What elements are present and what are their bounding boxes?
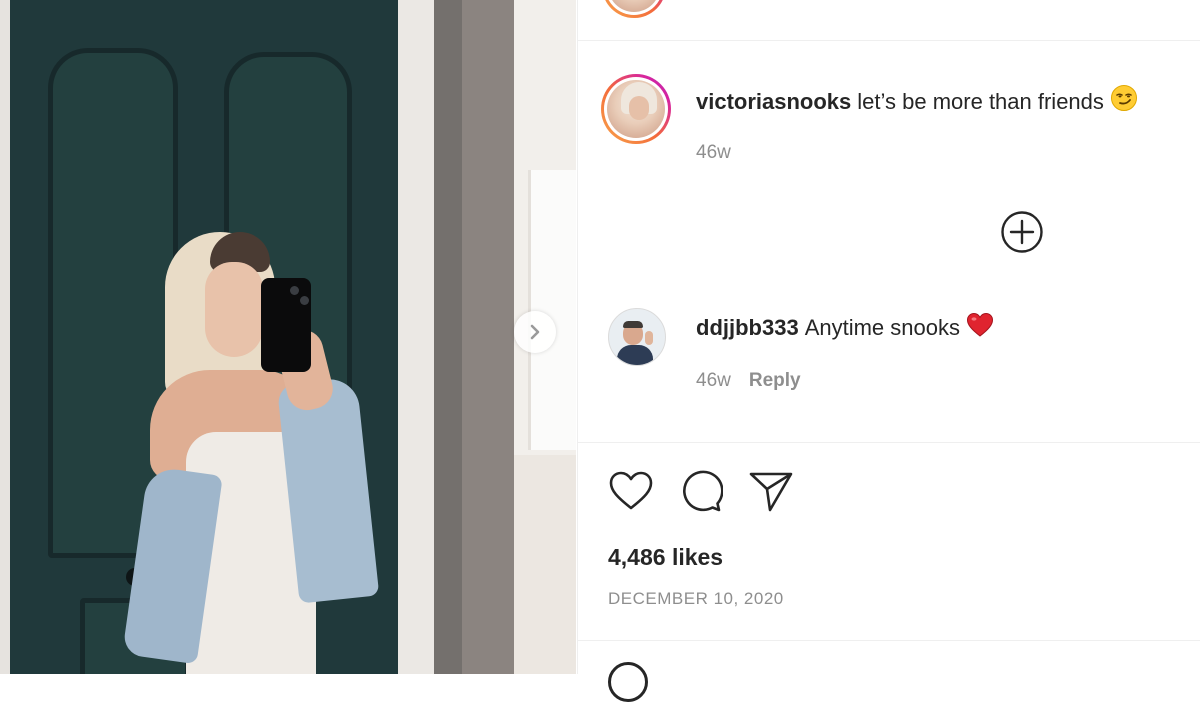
comment-box-divider	[578, 640, 1200, 641]
avatar-body	[617, 345, 653, 365]
author-avatar[interactable]	[601, 74, 671, 144]
reply-button[interactable]: Reply	[749, 370, 801, 391]
caption-username[interactable]: victoriasnooks	[696, 89, 851, 114]
likes-count[interactable]: 4,486 likes	[608, 544, 723, 571]
post-date[interactable]: DECEMBER 10, 2020	[608, 589, 784, 609]
avatar-face	[629, 96, 649, 120]
door-trim	[398, 0, 434, 674]
like-button[interactable]	[608, 468, 654, 514]
post-side-panel: victoriasnooks let’s be more than friends…	[577, 0, 1200, 702]
phone-camera-lens	[290, 286, 299, 295]
red-heart-emoji	[966, 312, 993, 337]
caption-meta: 46w	[696, 142, 731, 164]
send-icon	[749, 472, 793, 512]
commenter-avatar[interactable]	[608, 308, 666, 366]
header-avatar[interactable]	[602, 0, 666, 18]
comment-icon	[683, 470, 723, 512]
background-window	[528, 170, 576, 450]
avatar-hair	[623, 321, 643, 328]
comment-text: Anytime snooks	[804, 315, 960, 340]
phone-camera-lens	[300, 296, 309, 305]
comment: ddjjbb333 Anytime snooks	[696, 312, 994, 342]
emoji-picker-icon[interactable]	[608, 662, 648, 702]
chevron-right-icon	[530, 324, 540, 340]
share-button[interactable]	[748, 468, 794, 514]
action-bar	[608, 468, 794, 514]
plus-circle-icon	[1001, 211, 1043, 253]
avatar-image	[607, 80, 665, 138]
heart-icon	[609, 471, 653, 510]
header-divider	[578, 40, 1200, 41]
caption-timestamp[interactable]: 46w	[696, 142, 731, 163]
caption: victoriasnooks let’s be more than friends	[696, 84, 1138, 116]
background-floor	[514, 455, 576, 674]
post-photo[interactable]	[0, 0, 576, 674]
smirking-face-emoji	[1110, 85, 1137, 111]
load-more-comments-button[interactable]	[1000, 210, 1044, 254]
caption-text: let’s be more than friends	[857, 89, 1104, 114]
comment-meta: 46w Reply	[696, 370, 801, 392]
wall-shadow	[434, 0, 462, 674]
avatar-hand	[645, 331, 653, 345]
actions-divider	[578, 442, 1200, 443]
carousel-next-button[interactable]	[514, 311, 556, 353]
comment-username[interactable]: ddjjbb333	[696, 315, 799, 340]
smartphone	[261, 278, 311, 372]
door-frame	[0, 0, 10, 674]
comment-timestamp[interactable]: 46w	[696, 370, 731, 391]
person-face	[205, 262, 263, 357]
comment-button[interactable]	[678, 468, 724, 514]
